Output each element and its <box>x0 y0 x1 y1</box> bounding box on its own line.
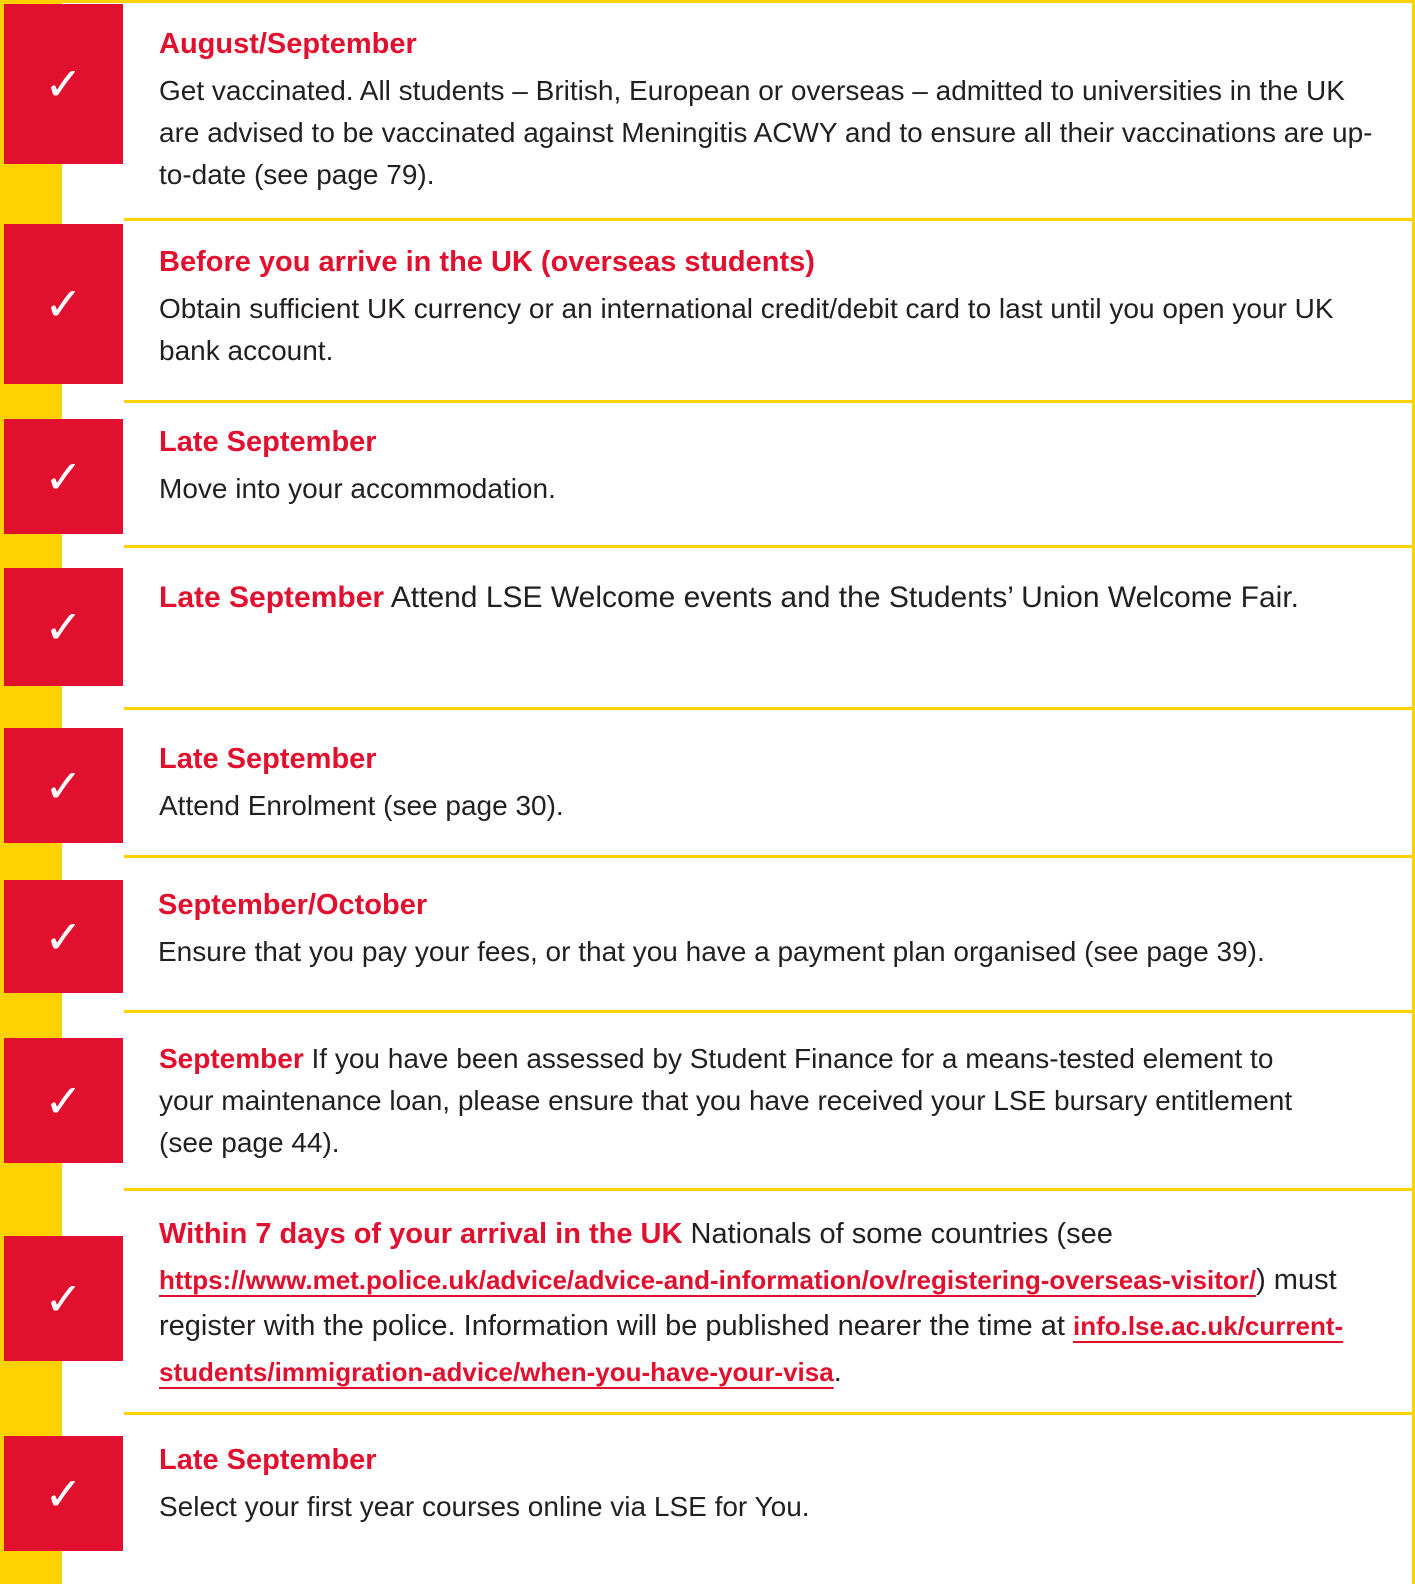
divider <box>124 855 1412 858</box>
check-icon: ✓ <box>4 419 123 534</box>
item-text-end: . <box>555 790 564 821</box>
item-text: Nationals of some countries (see <box>682 1218 1113 1250</box>
item-title: Late September <box>159 581 385 614</box>
item-title: Before you arrive in the UK (overseas st… <box>159 246 815 278</box>
check-icon: ✓ <box>4 1236 123 1361</box>
item-title: Late September <box>159 426 377 458</box>
check-icon: ✓ <box>4 1436 123 1551</box>
item-title: August/September <box>159 28 417 60</box>
checklist-item: Before you arrive in the UK (overseas st… <box>159 244 1379 372</box>
item-text-end: . <box>833 1356 842 1388</box>
item-text: Select your first year courses online vi… <box>159 1491 810 1522</box>
item-text-end: . <box>1256 936 1265 967</box>
divider <box>124 1188 1412 1191</box>
police-registration-link[interactable]: https://www.met.police.uk/advice/advice-… <box>159 1265 1256 1295</box>
divider <box>124 545 1412 548</box>
item-title: Late September <box>159 1444 377 1476</box>
item-text: If you have been assessed by Student Fin… <box>159 1043 1293 1116</box>
checklist-item: Late September Move into your accommodat… <box>159 424 1379 510</box>
check-icon: ✓ <box>4 224 123 384</box>
checklist-item: Late September Select your first year co… <box>159 1442 1379 1528</box>
check-icon: ✓ <box>4 568 123 686</box>
check-icon: ✓ <box>4 728 123 843</box>
divider <box>124 1412 1412 1415</box>
divider <box>124 218 1412 221</box>
item-text-end: . <box>331 1127 340 1158</box>
checklist-item: September If you have been assessed by S… <box>159 1038 1319 1164</box>
page-reference: (see page 79) <box>253 159 427 190</box>
item-text: Ensure that you pay your fees, or that y… <box>158 936 1085 967</box>
page-reference: (see page 30) <box>383 790 556 821</box>
item-text: Attend Enrolment <box>159 790 384 821</box>
item-text: Obtain sufficient UK currency or an inte… <box>159 293 1334 366</box>
page-reference: (see page 39) <box>1084 936 1257 967</box>
item-text-end: . <box>426 159 435 190</box>
item-text: Attend LSE Welcome events and the Studen… <box>384 581 1300 614</box>
checklist-item: Late September Attend Enrolment (see pag… <box>159 741 1379 827</box>
checklist-item: Late September Attend LSE Welcome events… <box>159 575 1379 621</box>
checklist-item: September/October Ensure that you pay yo… <box>158 887 1398 973</box>
check-icon: ✓ <box>4 880 123 993</box>
check-icon: ✓ <box>4 1038 123 1163</box>
item-title: Late September <box>159 743 377 775</box>
checklist-item: August/September Get vaccinated. All stu… <box>159 26 1379 196</box>
checklist-page: ✓ August/September Get vaccinated. All s… <box>0 0 1415 1584</box>
item-text: Move into your accommodation. <box>159 473 556 504</box>
divider <box>124 707 1412 710</box>
checklist-item: Within 7 days of your arrival in the UK … <box>159 1211 1374 1395</box>
item-title: Within 7 days of your arrival in the UK <box>159 1218 683 1250</box>
divider <box>124 400 1412 403</box>
check-icon: ✓ <box>4 4 123 164</box>
divider <box>124 1010 1412 1013</box>
page-reference: (see page 44) <box>159 1127 332 1158</box>
item-title: September <box>159 1043 304 1074</box>
item-title: September/October <box>158 889 428 921</box>
